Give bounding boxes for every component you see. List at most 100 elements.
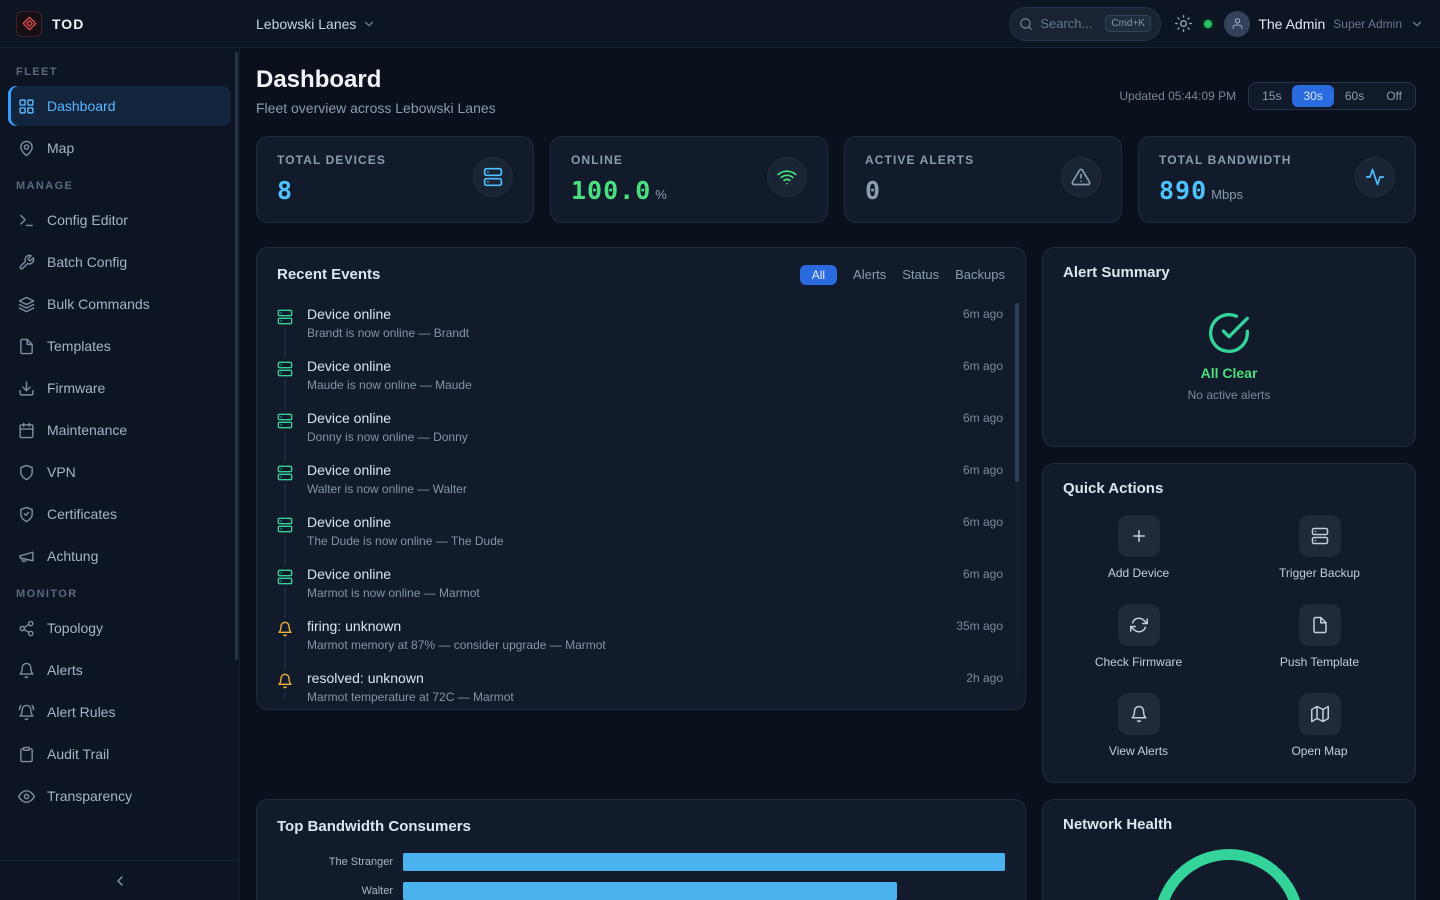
search-icon — [1019, 17, 1033, 31]
bandwidth-device-label: The Stranger — [277, 856, 393, 868]
bandwidth-track — [403, 882, 1005, 900]
event-title: Device online — [307, 306, 949, 322]
plus-icon-tile — [1118, 515, 1160, 557]
sidebar-item-templates[interactable]: Templates — [8, 326, 231, 366]
quick-action-add-device[interactable]: Add Device — [1063, 515, 1214, 580]
activity-icon — [1365, 167, 1385, 187]
event-time: 6m ago — [963, 306, 1003, 340]
server-icon — [277, 361, 293, 377]
bandwidth-track — [403, 853, 1005, 871]
refresh-option-60s[interactable]: 60s — [1334, 85, 1375, 107]
health-gauge — [1154, 849, 1304, 900]
sidebar: FLEETDashboardMapMANAGEConfig EditorBatc… — [0, 48, 240, 900]
sidebar-item-label: Dashboard — [47, 98, 116, 114]
sidebar-item-batch-config[interactable]: Batch Config — [8, 242, 231, 282]
stat-text: ONLINE 100.0% — [571, 153, 667, 205]
events-scrollbar[interactable] — [1015, 303, 1019, 675]
events-tab-status[interactable]: Status — [902, 264, 939, 285]
sidebar-item-vpn[interactable]: VPN — [8, 452, 231, 492]
sidebar-item-transparency[interactable]: Transparency — [8, 776, 231, 816]
chevron-down-icon — [1410, 17, 1424, 31]
quick-action-trigger-backup[interactable]: Trigger Backup — [1244, 515, 1395, 580]
stat-icon-tile — [767, 157, 807, 197]
sidebar-item-topology[interactable]: Topology — [8, 608, 231, 648]
layers-icon — [18, 296, 35, 313]
alert-status-text: All Clear — [1201, 365, 1258, 381]
search-input[interactable] — [1040, 16, 1098, 31]
sidebar-collapse-button[interactable] — [0, 860, 239, 900]
sidebar-item-label: VPN — [47, 464, 76, 480]
sidebar-item-certificates[interactable]: Certificates — [8, 494, 231, 534]
events-tab-alerts[interactable]: Alerts — [853, 264, 886, 285]
stat-label: ACTIVE ALERTS — [865, 153, 974, 167]
quick-action-label: View Alerts — [1109, 744, 1168, 758]
sidebar-item-dashboard[interactable]: Dashboard — [8, 86, 231, 126]
quick-action-check-firmware[interactable]: Check Firmware — [1063, 604, 1214, 669]
sidebar-item-audit-trail[interactable]: Audit Trail — [8, 734, 231, 774]
events-title: Recent Events — [277, 266, 380, 283]
org-name: Lebowski Lanes — [256, 16, 356, 32]
alert-summary-title: Alert Summary — [1063, 264, 1395, 281]
event-row[interactable]: Device online Brandt is now online — Bra… — [277, 297, 1003, 349]
event-row[interactable]: resolved: unknown Marmot temperature at … — [277, 661, 1003, 709]
check-circle-icon — [1207, 311, 1251, 355]
user-role: Super Admin — [1333, 17, 1402, 31]
sidebar-item-label: Templates — [47, 338, 111, 354]
sidebar-item-bulk-commands[interactable]: Bulk Commands — [8, 284, 231, 324]
sidebar-item-maintenance[interactable]: Maintenance — [8, 410, 231, 450]
event-row[interactable]: Device online Marmot is now online — Mar… — [277, 557, 1003, 609]
event-row[interactable]: Device online Donny is now online — Donn… — [277, 401, 1003, 453]
bandwidth-card: Top Bandwidth Consumers The Stranger Wal… — [256, 799, 1026, 900]
server-icon-tile — [1299, 515, 1341, 557]
quick-action-push-template[interactable]: Push Template — [1244, 604, 1395, 669]
sidebar-item-label: Bulk Commands — [47, 296, 150, 312]
quick-action-label: Trigger Backup — [1279, 566, 1360, 580]
quick-action-label: Push Template — [1280, 655, 1359, 669]
sidebar-item-label: Alerts — [47, 662, 83, 678]
refresh-option-15s[interactable]: 15s — [1251, 85, 1292, 107]
page-header-text: Dashboard Fleet overview across Lebowski… — [256, 66, 496, 116]
refresh-option-off[interactable]: Off — [1375, 85, 1413, 107]
server-icon — [277, 569, 293, 585]
event-row[interactable]: Device online Maude is now online — Maud… — [277, 349, 1003, 401]
event-detail: Brandt is now online — Brandt — [307, 326, 949, 340]
chevron-down-icon — [362, 17, 376, 31]
sidebar-item-alert-rules[interactable]: Alert Rules — [8, 692, 231, 732]
stat-card-total-devices: TOTAL DEVICES 8 — [256, 136, 534, 223]
events-scroll-thumb[interactable] — [1015, 303, 1019, 482]
events-tab-backups[interactable]: Backups — [955, 264, 1005, 285]
sidebar-item-label: Topology — [47, 620, 103, 636]
org-selector[interactable]: Lebowski Lanes — [256, 16, 376, 32]
sidebar-item-alerts[interactable]: Alerts — [8, 650, 231, 690]
event-icon-wrap — [277, 670, 293, 692]
sidebar-item-map[interactable]: Map — [8, 128, 231, 168]
event-detail: Marmot temperature at 72C — Marmot — [307, 690, 952, 704]
event-text: firing: unknown Marmot memory at 87% — c… — [307, 618, 942, 652]
sidebar-item-firmware[interactable]: Firmware — [8, 368, 231, 408]
event-text: Device online Maude is now online — Maud… — [307, 358, 949, 392]
sidebar-scrollbar[interactable] — [235, 52, 238, 660]
sidebar-item-label: Transparency — [47, 788, 132, 804]
page-header-controls: Updated 05:44:09 PM 15s30s60sOff — [1119, 76, 1416, 116]
user-menu[interactable]: The Admin Super Admin — [1224, 11, 1424, 37]
sidebar-item-config-editor[interactable]: Config Editor — [8, 200, 231, 240]
quick-action-view-alerts[interactable]: View Alerts — [1063, 693, 1214, 758]
search-box[interactable]: Cmd+K — [1009, 7, 1161, 41]
diamond-icon — [22, 16, 37, 31]
theme-toggle-button[interactable] — [1175, 15, 1192, 32]
event-row[interactable]: Device online The Dude is now online — T… — [277, 505, 1003, 557]
events-tab-all[interactable]: All — [800, 265, 837, 285]
event-row[interactable]: firing: unknown Marmot memory at 87% — c… — [277, 609, 1003, 661]
event-text: resolved: unknown Marmot temperature at … — [307, 670, 952, 704]
stat-label: ONLINE — [571, 153, 667, 167]
sidebar-section-manage: MANAGE — [0, 170, 239, 198]
event-time: 35m ago — [956, 618, 1003, 652]
events-card-header: Recent Events All Alerts Status Backups — [257, 248, 1025, 295]
refresh-option-30s[interactable]: 30s — [1292, 85, 1333, 107]
event-row[interactable]: Device online Walter is now online — Wal… — [277, 453, 1003, 505]
quick-action-open-map[interactable]: Open Map — [1244, 693, 1395, 758]
sidebar-item-achtung[interactable]: Achtung — [8, 536, 231, 576]
stat-text: TOTAL BANDWIDTH 890Mbps — [1159, 153, 1292, 205]
bandwidth-bar — [403, 853, 1005, 871]
quick-actions-card: Quick Actions Add Device Trigger Backup … — [1042, 463, 1416, 783]
